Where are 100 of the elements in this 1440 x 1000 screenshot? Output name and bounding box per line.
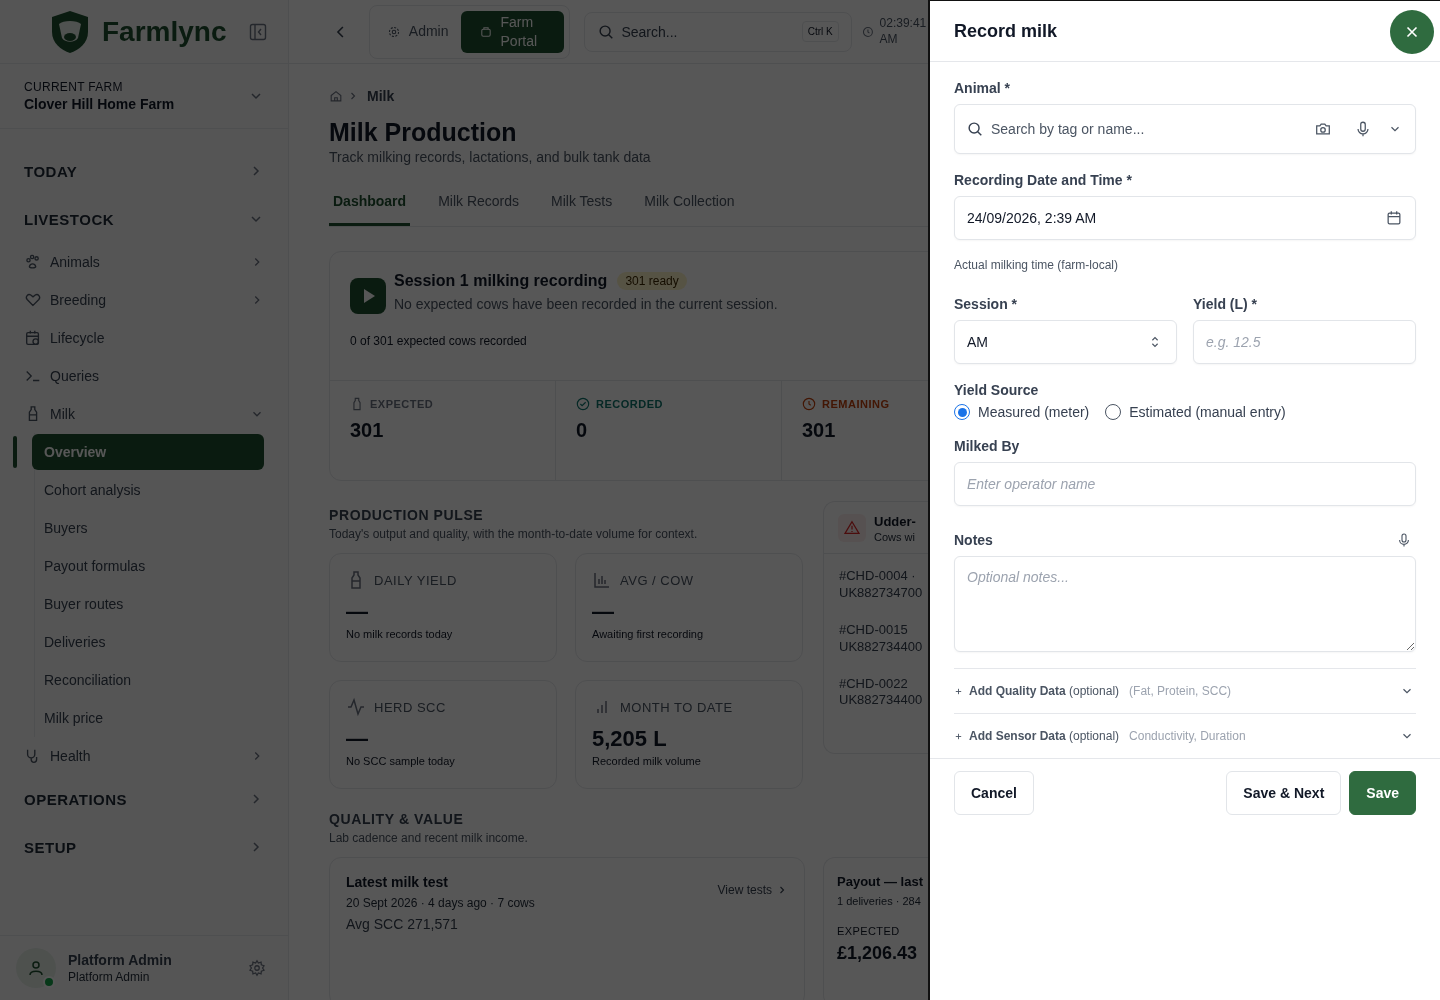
clock-icon	[861, 25, 874, 38]
search-field[interactable]: Search... Ctrl K	[584, 11, 852, 52]
nav-subitem[interactable]: Reconciliation	[35, 661, 264, 699]
nav-subitem[interactable]: Payout formulas	[35, 547, 264, 585]
nav-subitem[interactable]: Buyer routes	[35, 585, 264, 623]
camera-icon[interactable]	[1314, 120, 1332, 138]
nav-subitem[interactable]: Milk price	[35, 699, 264, 737]
stat-icon	[350, 397, 364, 411]
yield-input[interactable]: e.g. 12.5	[1193, 320, 1416, 364]
ready-badge: 301 ready	[617, 272, 687, 290]
animal-id: UK882734400	[839, 638, 924, 656]
close-button[interactable]	[1390, 10, 1434, 54]
alert-title: Udder-	[874, 514, 916, 529]
nav-item[interactable]: Animals	[24, 243, 264, 281]
nav-subitem[interactable]: Deliveries	[35, 623, 264, 661]
animal-search-field[interactable]: Search by tag or name...	[954, 104, 1416, 154]
session-title: Session 1 milking recording	[394, 272, 608, 290]
nav-item[interactable]: Breeding	[24, 281, 264, 319]
stat-value: 301	[802, 419, 837, 442]
metric-value: —	[346, 727, 369, 752]
stat-value: 0	[576, 419, 589, 442]
plus-icon	[954, 686, 963, 696]
page-subtitle: Track milking records, lactations, and bulk tank data	[329, 149, 652, 165]
brand-name: Farmlync	[102, 15, 227, 48]
calendar-icon	[1385, 209, 1403, 227]
tab[interactable]: Dashboard	[329, 181, 411, 226]
operator-input[interactable]: Enter operator name	[954, 462, 1416, 506]
nav-item[interactable]: Milk	[24, 395, 264, 433]
tab[interactable]: Milk Tests	[547, 181, 617, 226]
field-label: Milked By	[954, 438, 1021, 454]
user-role: Platform Admin	[68, 970, 151, 984]
portal-tab[interactable]: Admin	[374, 10, 461, 53]
field-hint: Actual milking time (farm-local)	[954, 258, 1120, 272]
portal-tab[interactable]: Farm Portal	[460, 10, 565, 53]
metric-value: —	[592, 600, 615, 625]
tab[interactable]: Milk Records	[434, 181, 524, 226]
shortcut-hint: Ctrl K	[801, 21, 839, 42]
animal-tag: #CHD-0004 ·	[839, 568, 929, 585]
radio-label[interactable]: Measured (meter)	[978, 404, 1090, 420]
field-label: Notes	[954, 532, 993, 548]
drawer-title: Record milk	[954, 20, 1058, 42]
notes-textarea[interactable]: Optional notes...	[954, 556, 1416, 652]
nav-item[interactable]: Lifecycle	[24, 319, 264, 357]
nav-item[interactable]: Queries	[24, 357, 264, 395]
form-button[interactable]: Save & Next	[1226, 771, 1342, 815]
card-title: Payout — last	[837, 874, 924, 889]
stat-label: RECORDED	[596, 398, 663, 410]
metric-label: DAILY YIELD	[374, 572, 457, 588]
stat-icon	[576, 397, 590, 411]
metric-note: No SCC sample today	[346, 755, 456, 768]
collapsible-section[interactable]: Add Sensor Data (optional) Conductivity, Duration	[954, 713, 1416, 758]
sidebar-toggle-icon[interactable]	[248, 21, 268, 42]
session-select[interactable]: AM	[954, 320, 1177, 364]
metric-note: Recorded milk volume	[592, 755, 702, 768]
clock-time: 02:39:41 AM	[879, 15, 928, 48]
form-button[interactable]: Cancel	[954, 771, 1034, 815]
recorded-count: 0 of 301 expected cows recorded	[350, 334, 528, 348]
nav-section[interactable]: LIVESTOCK	[24, 195, 264, 243]
nav-item[interactable]: Health	[24, 737, 264, 775]
metric-icon	[592, 570, 612, 590]
farm-selector[interactable]: CURRENT FARM Clover Hill Home Farm	[0, 64, 288, 129]
nav-section[interactable]: TODAY	[24, 147, 264, 195]
form-button[interactable]: Save	[1349, 771, 1416, 815]
card-label: EXPECTED	[837, 925, 901, 937]
play-icon[interactable]	[350, 278, 386, 314]
page-title: Milk Production	[329, 118, 518, 147]
metric-label: HERD SCC	[374, 699, 446, 715]
field-label: Recording Date and Time *	[954, 172, 1133, 188]
warning-icon	[838, 514, 866, 542]
metric-value: 5,205 L	[592, 727, 668, 752]
date-time-field[interactable]: 24/09/2026, 2:39 AM	[954, 196, 1416, 240]
microphone-icon[interactable]	[1396, 532, 1412, 548]
animal-id: UK882734700	[839, 584, 924, 602]
nav-subitem[interactable]: Cohort analysis	[35, 471, 264, 509]
metric-note: No milk records today	[346, 628, 454, 641]
card-meta: 20 Sept 2026 · 4 days ago · 7 cows	[346, 896, 535, 910]
nav-subitem[interactable]: Buyers	[35, 509, 264, 547]
field-label: Yield Source	[954, 382, 1040, 398]
card-value: Avg SCC 271,571	[346, 916, 459, 932]
section-subtitle: Today's output and quality, with the month-to-date volume for context.	[329, 527, 699, 541]
session-description: No expected cows have been recorded in the current session.	[394, 296, 778, 312]
search-icon	[966, 120, 984, 138]
search-icon	[597, 22, 616, 41]
stat-label: REMAINING	[822, 398, 890, 410]
heart-icon	[24, 291, 42, 309]
tab[interactable]: Milk Collection	[640, 181, 739, 226]
nav-section[interactable]: OPERATIONS	[24, 775, 264, 823]
section-title: QUALITY & VALUE	[329, 811, 465, 827]
collapsible-section[interactable]: Add Quality Data (optional) (Fat, Protein, SCC)	[954, 668, 1416, 713]
nav-subitem[interactable]: Overview	[32, 434, 264, 470]
nav-section[interactable]: SETUP	[24, 823, 264, 871]
metric-value: —	[346, 600, 369, 625]
animal-tag: #CHD-0015	[839, 621, 929, 639]
section-subtitle: Lab cadence and recent milk income.	[329, 831, 529, 845]
radio-label[interactable]: Estimated (manual entry)	[1129, 404, 1286, 420]
view-tests-link[interactable]: View tests	[717, 883, 788, 897]
plus-icon	[954, 731, 963, 741]
metric-note: Awaiting first recording	[592, 628, 705, 641]
gear-icon	[386, 24, 401, 39]
card-meta: 1 deliveries · 284	[837, 895, 922, 907]
